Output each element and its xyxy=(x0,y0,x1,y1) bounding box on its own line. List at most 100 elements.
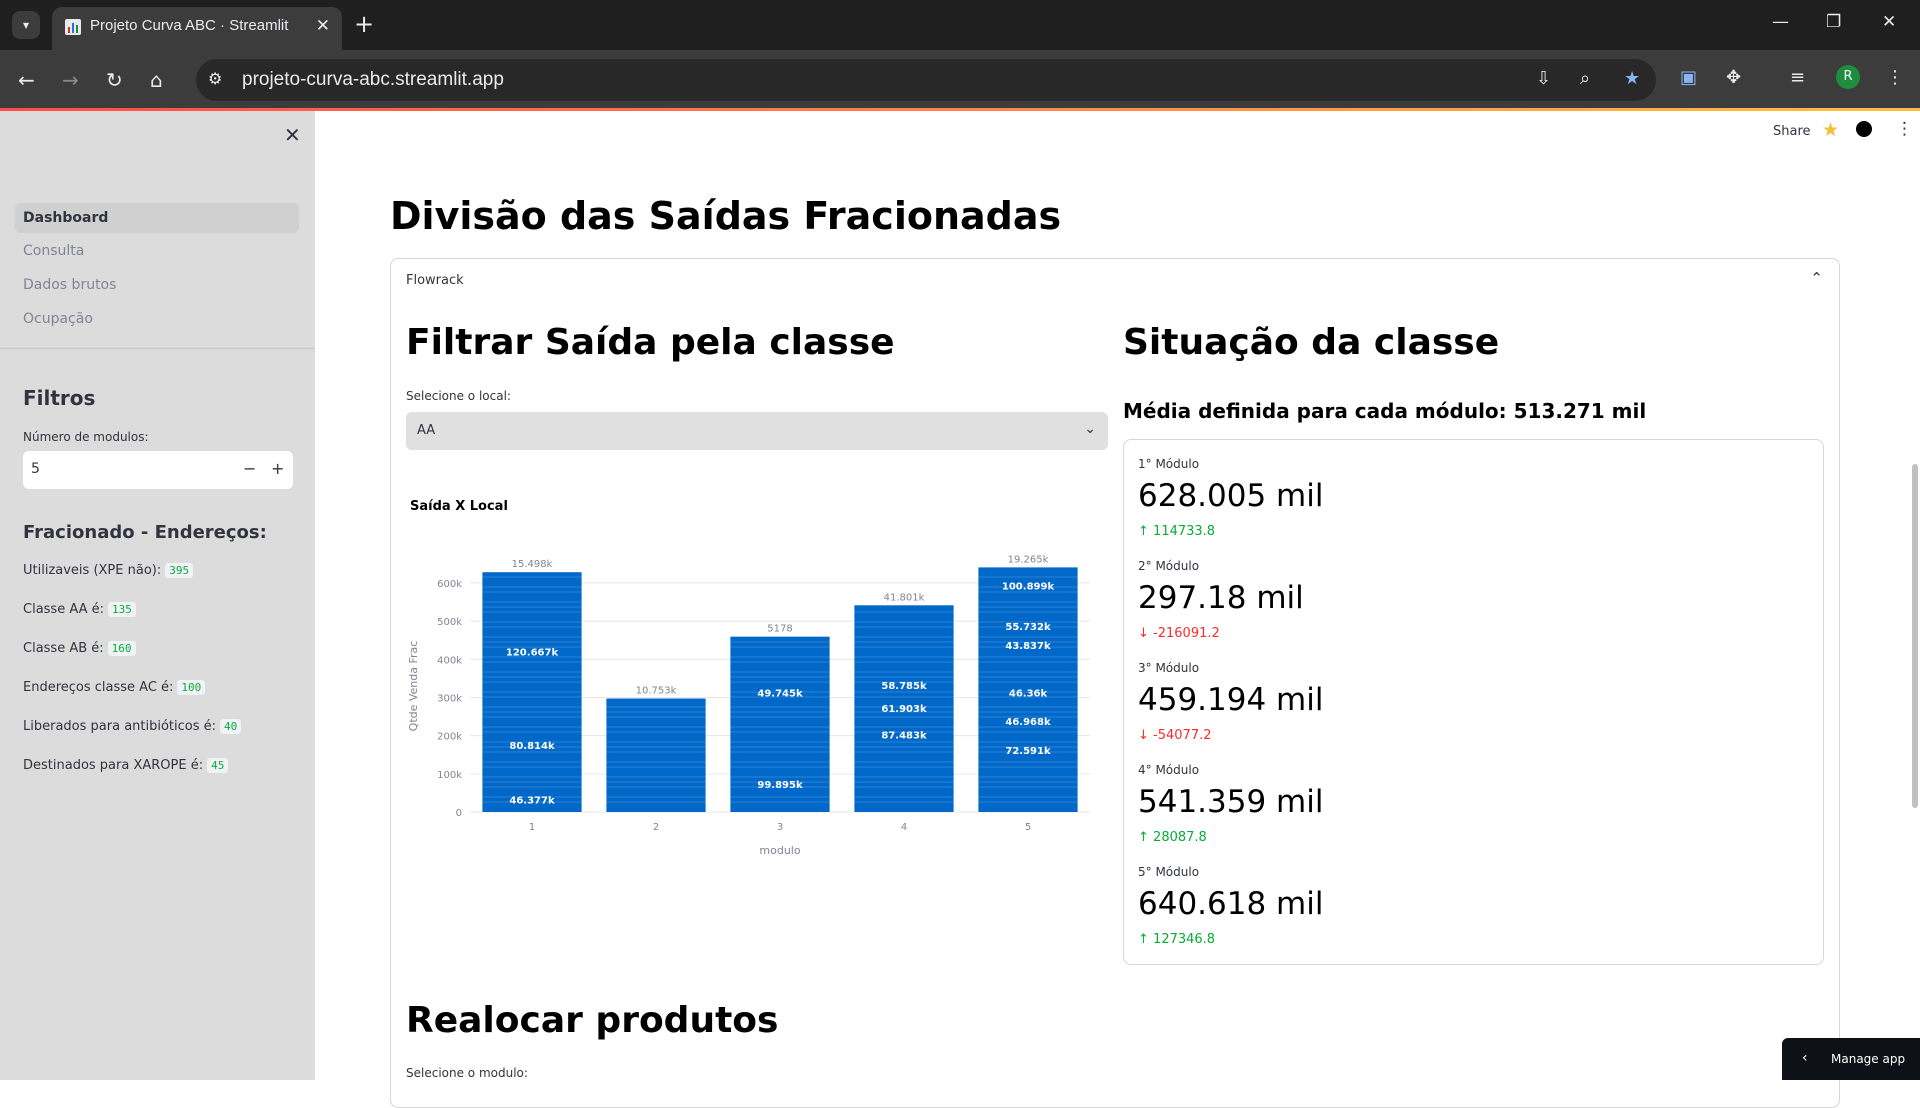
filters-heading: Filtros xyxy=(23,386,96,410)
filter-heading: Filtrar Saída pela classe xyxy=(406,322,895,363)
sidebar-item-ocupacao[interactable]: Ocupação xyxy=(15,304,299,334)
metric-delta: ↑ 28087.8 xyxy=(1138,830,1207,845)
segment-label: 55.732k xyxy=(1005,622,1051,633)
metric-value: 297.18 mil xyxy=(1138,580,1304,616)
minimize-icon[interactable]: — xyxy=(1772,12,1789,32)
bar-top-label: 15.498k xyxy=(512,559,553,570)
github-icon[interactable] xyxy=(1856,121,1872,137)
local-select[interactable]: AA ⌄ xyxy=(406,412,1108,450)
close-tab-icon[interactable]: ✕ xyxy=(316,16,330,36)
decrement-icon[interactable]: − xyxy=(243,459,256,478)
addr-row-classe-ac: Endereços classe AC é: 100 xyxy=(23,680,206,695)
install-app-icon[interactable]: ⇩ xyxy=(1536,68,1551,89)
segment-label: 43.837k xyxy=(1005,641,1051,652)
modules-number-input[interactable]: 5 − + xyxy=(23,451,293,489)
arrow-down-icon: ↓ xyxy=(1138,728,1149,743)
active-tab[interactable]: Projeto Curva ABC · Streamlit ✕ xyxy=(52,7,342,50)
segment-label: 72.591k xyxy=(1005,746,1051,757)
translate-icon[interactable]: ▣ xyxy=(1680,67,1697,88)
home-icon[interactable]: ⌂ xyxy=(150,65,163,95)
addresses-heading: Fracionado - Endereços: xyxy=(23,522,267,543)
page-title: Divisão das Saídas Fracionadas xyxy=(390,194,1062,238)
y-tick-label: 100k xyxy=(437,770,462,781)
metric-value: 541.359 mil xyxy=(1138,784,1324,820)
share-button[interactable]: Share xyxy=(1773,124,1811,139)
arrow-down-icon: ↓ xyxy=(1138,626,1149,641)
bookmark-star-icon[interactable]: ★ xyxy=(1624,68,1640,89)
sidebar-divider xyxy=(0,348,315,349)
metric-value: 640.618 mil xyxy=(1138,886,1324,922)
arrow-up-icon: ↑ xyxy=(1138,830,1149,845)
forward-icon[interactable]: → xyxy=(62,65,79,95)
local-select-value[interactable]: AA xyxy=(417,423,435,438)
profile-avatar[interactable]: R xyxy=(1836,65,1860,89)
metric-label: 4° Módulo xyxy=(1138,763,1200,777)
close-sidebar-icon[interactable]: ✕ xyxy=(284,123,301,147)
x-tick-label: 5 xyxy=(1025,822,1031,833)
browser-tab-strip: ▾ Projeto Curva ABC · Streamlit ✕ + — ❐ … xyxy=(0,0,1920,50)
site-settings-icon[interactable]: ⚙ xyxy=(208,69,222,88)
tab-search-button[interactable]: ▾ xyxy=(12,11,40,39)
chevron-up-icon[interactable]: ⌃ xyxy=(1810,269,1823,287)
browser-menu-icon[interactable]: ⋮ xyxy=(1886,67,1904,88)
media-control-icon[interactable]: ≡ xyxy=(1790,67,1805,88)
tab-title: Projeto Curva ABC · Streamlit xyxy=(90,17,289,34)
addr-row-classe-aa: Classe AA é: 135 xyxy=(23,602,136,617)
window-close-icon[interactable]: ✕ xyxy=(1882,12,1896,32)
segment-label: 99.895k xyxy=(757,780,803,791)
average-subtitle: Média definida para cada módulo: 513.271… xyxy=(1123,399,1647,423)
modules-value[interactable]: 5 xyxy=(31,461,40,477)
sidebar-item-dashboard[interactable]: Dashboard xyxy=(15,203,299,233)
metric-delta: ↑ 114733.8 xyxy=(1138,524,1216,539)
reload-icon[interactable]: ↻ xyxy=(106,65,123,95)
page-scrollbar[interactable] xyxy=(1912,464,1918,808)
y-tick-label: 300k xyxy=(437,693,462,704)
streamlit-favicon-icon xyxy=(65,19,81,35)
sidebar-item-dados-brutos[interactable]: Dados brutos xyxy=(15,270,299,300)
segment-label: 80.814k xyxy=(509,741,555,752)
metric-label: 3° Módulo xyxy=(1138,661,1200,675)
metric-value: 628.005 mil xyxy=(1138,478,1324,514)
addr-row-xarope: Destinados para XAROPE é: 45 xyxy=(23,758,229,773)
segment-label: 100.899k xyxy=(1002,582,1055,593)
segment-label: 61.903k xyxy=(881,704,927,715)
segment-label: 46.36k xyxy=(1009,688,1048,699)
y-tick-label: 0 xyxy=(456,808,462,819)
saida-local-chart: 0 100k 200k 300k 400k 500k 600k Qtde Venda Frac… xyxy=(407,554,1090,857)
metric-delta: ↓ -54077.2 xyxy=(1138,728,1212,743)
sidebar: ✕ Dashboard Consulta Dados brutos Ocupaç… xyxy=(0,111,315,1080)
browser-toolbar: ← → ↻ ⌂ ⚙ projeto-curva-abc.streamlit.ap… xyxy=(0,50,1920,110)
x-tick-label: 3 xyxy=(777,822,783,833)
chart-title: Saída X Local xyxy=(410,499,508,514)
back-icon[interactable]: ← xyxy=(18,65,35,95)
select-module-label: Selecione o modulo: xyxy=(406,1066,528,1080)
metric-label: 5° Módulo xyxy=(1138,865,1200,879)
y-tick-label: 600k xyxy=(437,579,462,590)
restore-icon[interactable]: ❐ xyxy=(1826,12,1841,32)
app-menu-icon[interactable]: ⋮ xyxy=(1896,119,1913,139)
chevron-down-icon[interactable]: ⌄ xyxy=(1084,421,1096,437)
addr-value: 160 xyxy=(107,641,136,656)
addr-value: 100 xyxy=(177,680,206,695)
address-bar[interactable]: ⚙ projeto-curva-abc.streamlit.app ⇩ ⌕ ★ xyxy=(196,59,1656,101)
chevron-left-icon: ‹ xyxy=(1802,1050,1808,1066)
segment-label: 46.968k xyxy=(1005,717,1051,728)
new-tab-icon[interactable]: + xyxy=(354,10,374,38)
bar-top-label: 19.265k xyxy=(1008,554,1049,565)
bar-top-label: 41.801k xyxy=(884,592,925,603)
manage-app-button[interactable]: ‹ Manage app xyxy=(1782,1038,1920,1080)
favorite-star-icon[interactable]: ★ xyxy=(1822,119,1839,141)
segment-label: 58.785k xyxy=(881,681,927,692)
y-tick-label: 400k xyxy=(437,655,462,666)
increment-icon[interactable]: + xyxy=(271,459,284,478)
zoom-icon[interactable]: ⌕ xyxy=(1580,68,1590,89)
expander-label[interactable]: Flowrack xyxy=(406,273,464,288)
realloc-heading: Realocar produtos xyxy=(406,1000,779,1041)
sidebar-item-consulta[interactable]: Consulta xyxy=(15,236,299,266)
extensions-icon[interactable]: ✥ xyxy=(1726,67,1741,88)
segment-label: 49.745k xyxy=(757,688,803,699)
x-tick-label: 1 xyxy=(529,822,535,833)
metric-delta: ↑ 127346.8 xyxy=(1138,932,1216,947)
addr-row-antibioticos: Liberados para antibióticos é: 40 xyxy=(23,719,242,734)
metric-value: 459.194 mil xyxy=(1138,682,1324,718)
